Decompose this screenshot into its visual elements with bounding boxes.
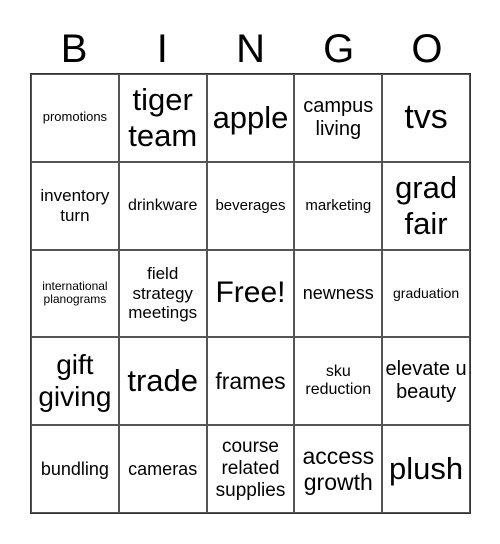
bingo-cell[interactable]: graduation — [382, 249, 470, 338]
bingo-cell[interactable]: trade — [118, 337, 207, 426]
header-letter-g: G — [323, 27, 355, 71]
bingo-cell[interactable]: newness — [294, 249, 383, 338]
bingo-cell[interactable]: access growth — [294, 425, 383, 513]
bingo-cell[interactable]: gift giving — [31, 337, 119, 426]
bingo-cell[interactable]: marketing — [294, 161, 383, 250]
bingo-cell[interactable]: apple — [206, 74, 295, 162]
bingo-cell[interactable]: international planograms — [31, 249, 119, 338]
header-letter-i: I — [156, 27, 168, 71]
bingo-cell[interactable]: promotions — [31, 74, 119, 162]
header-letter-b: B — [60, 27, 88, 71]
bingo-cell[interactable]: inventory turn — [31, 161, 119, 250]
bingo-cell[interactable]: bundling — [31, 425, 119, 513]
bingo-cell[interactable]: campus living — [294, 74, 383, 162]
bingo-cell[interactable]: plush — [382, 425, 470, 513]
header-letter-o: O — [411, 27, 443, 71]
bingo-cell[interactable]: drinkware — [118, 161, 207, 250]
bingo-cell[interactable]: cameras — [118, 425, 207, 513]
bingo-cell[interactable]: grad fair — [382, 161, 470, 250]
bingo-cell[interactable]: tiger team — [118, 74, 207, 162]
header-letter-n: N — [236, 27, 265, 71]
bingo-header: B I N G O — [30, 24, 471, 74]
bingo-cell[interactable]: beverages — [206, 161, 295, 250]
bingo-grid: promotions tiger team apple campus livin… — [30, 73, 471, 514]
bingo-cell[interactable]: course related supplies — [206, 425, 295, 513]
free-space-cell[interactable]: Free! — [206, 249, 295, 338]
bingo-cell[interactable]: field strategy meetings — [118, 249, 207, 338]
bingo-cell[interactable]: frames — [206, 337, 295, 426]
bingo-cell[interactable]: tvs — [382, 74, 470, 162]
bingo-cell[interactable]: sku reduction — [294, 337, 383, 426]
bingo-cell[interactable]: elevate u beauty — [382, 337, 470, 426]
